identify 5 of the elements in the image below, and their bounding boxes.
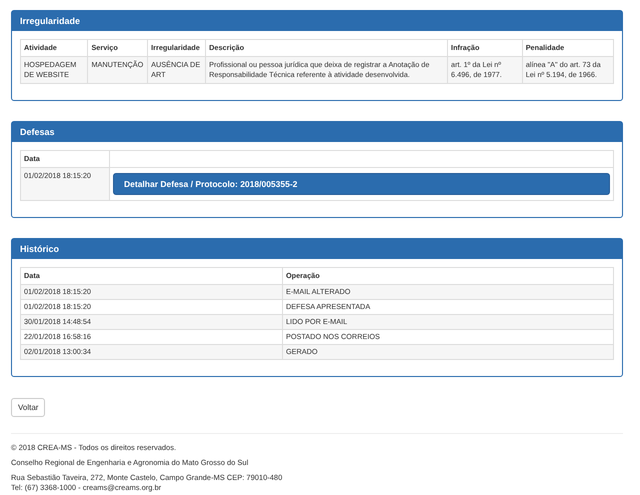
panel-title: Irregularidade xyxy=(12,11,622,31)
detail-defense-button[interactable]: Detalhar Defesa / Protocolo: 2018/005355-2 xyxy=(113,173,610,195)
panel-title: Defesas xyxy=(12,122,622,142)
panel-title: Histórico xyxy=(12,239,622,259)
back-button[interactable]: Voltar xyxy=(11,398,46,417)
